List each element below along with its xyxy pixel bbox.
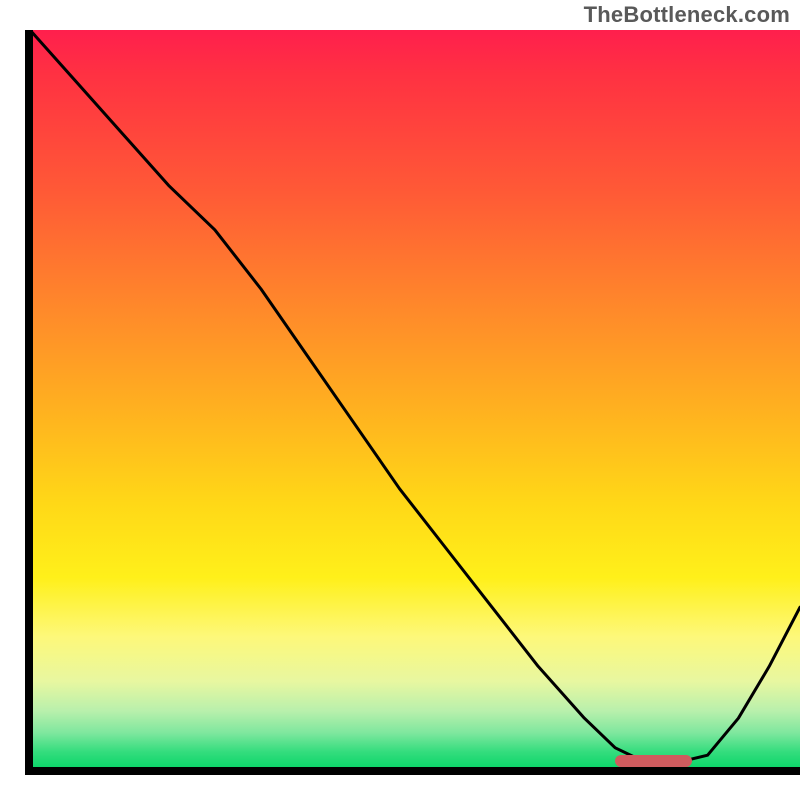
floor-marker (615, 755, 692, 767)
gradient-background (30, 30, 800, 770)
chart-frame: TheBottleneck.com (0, 0, 800, 800)
y-axis (25, 30, 33, 775)
plot-area (30, 30, 800, 770)
x-axis (25, 767, 800, 775)
watermark-text: TheBottleneck.com (584, 2, 790, 28)
